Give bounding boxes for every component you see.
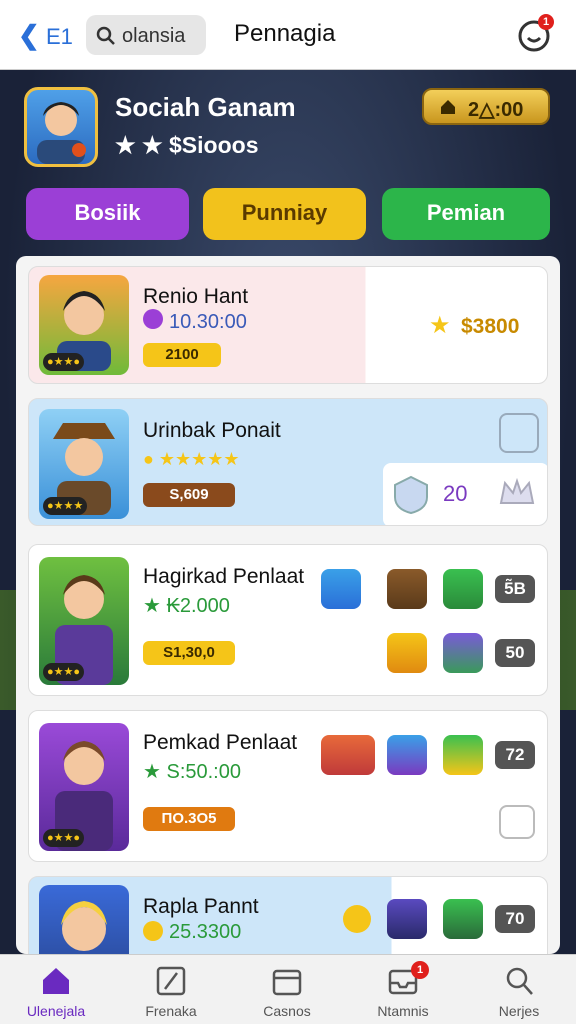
card-value: 10.30:00: [169, 311, 247, 333]
nav-item-casnos[interactable]: Casnos: [237, 955, 337, 1024]
notification-button[interactable]: 1: [516, 14, 554, 54]
search-field[interactable]: olansia: [86, 15, 206, 55]
coin-icon: [143, 921, 163, 941]
card-pill: S,609: [143, 483, 235, 507]
shield-icon: [394, 475, 428, 515]
nav-label: Ntamnis: [377, 1003, 429, 1019]
card-pill: ΠO.3O5: [143, 807, 235, 831]
player-avatar: ●★★★: [39, 409, 129, 519]
count-badge: 70: [495, 905, 535, 933]
nav-badge: 1: [411, 961, 429, 979]
tab-punniay[interactable]: Punniay: [203, 188, 366, 240]
list-item[interactable]: ●★★● Hagirkad Penlaat ★ ₭2.000 S1,30,0 5…: [28, 544, 548, 696]
back-chevron-icon[interactable]: ❮: [18, 20, 40, 50]
list-item[interactable]: ●★★★ Urinbak Ponait ● ★★★★★ S,609 20: [28, 398, 548, 526]
nav-label: Frenaka: [145, 1003, 197, 1019]
card-pill: 2100: [143, 343, 221, 367]
card-side-value: $3800: [461, 315, 520, 338]
count-badge: 50: [495, 639, 535, 667]
card-name: Urinbak Ponait: [143, 419, 281, 442]
crown-icon: [499, 477, 535, 504]
rating-stars: ●★★●: [43, 829, 85, 847]
list-item[interactable]: ●★★● Renio Hant 10.30:00 2100 ★ $3800: [28, 266, 548, 384]
item-icon: [443, 735, 483, 775]
nav-item-home[interactable]: Ulenejala: [6, 955, 106, 1024]
card-value: ★ S:50.:00: [143, 761, 241, 783]
tab-bosiik[interactable]: Bosiik: [26, 188, 189, 240]
coin-balance: 2△:00: [468, 99, 524, 121]
calendar-icon: [272, 969, 302, 996]
player-avatar: [39, 885, 129, 954]
player-portrait-icon: [37, 102, 86, 164]
coin-icon: [343, 905, 371, 933]
nav-item-ntamnis[interactable]: 1 Ntamnis: [353, 955, 453, 1024]
rating-stars: ●★★●: [43, 353, 85, 371]
player-avatar: ●★★●: [39, 557, 129, 685]
count-badge: 5̃B: [495, 575, 535, 603]
rating-stars-large: ● ★★★★★: [143, 449, 240, 469]
link-icon[interactable]: [499, 413, 539, 453]
search-icon: [96, 26, 115, 45]
nav-label: Casnos: [263, 1003, 311, 1019]
card-name: Hagirkad Penlaat: [143, 565, 305, 588]
top-bar: ❮ E1 olansia Pennagia 1: [0, 0, 576, 70]
bottom-nav: Ulenejala Frenaka Casnos 1 Ntamnis Nerje…: [0, 954, 576, 1024]
coin-balance-badge[interactable]: 2△:00: [422, 88, 550, 125]
avatar-group-icon: [321, 735, 375, 775]
nav-item-nerjes[interactable]: Nerjes: [469, 955, 569, 1024]
player-avatar: ●★★●: [39, 275, 129, 375]
profile-name: Sociah Ganam: [115, 92, 296, 122]
card-value: 25.3300: [169, 921, 242, 943]
avatar-icon: [387, 569, 427, 609]
nav-item-frenaka[interactable]: Frenaka: [121, 955, 221, 1024]
player-list: ●★★● Renio Hant 10.30:00 2100 ★ $3800 ●★…: [16, 256, 560, 954]
profile-avatar[interactable]: [24, 87, 98, 167]
list-item[interactable]: ●★★● Pemkad Penlaat ★ S:50.:00 ΠO.3O5 72: [28, 710, 548, 862]
rating-stars: ●★★●: [43, 663, 85, 681]
search-icon: [506, 967, 533, 995]
card-value: ★ ₭2.000: [143, 595, 230, 617]
home-coin-icon: [441, 100, 455, 114]
item-icon: [443, 633, 483, 673]
notification-badge: 1: [538, 14, 554, 30]
card-pill: S1,30,0: [143, 641, 235, 665]
nav-label: Ulenejala: [26, 1003, 86, 1019]
item-icon: [443, 569, 483, 609]
tab-pemian[interactable]: Pemian: [382, 188, 550, 240]
card-name: Rapla Pannt: [143, 895, 259, 918]
star-icon: ★: [429, 312, 451, 339]
count-badge: 72: [495, 741, 535, 769]
avatar-icon: [443, 899, 483, 939]
nav-label: Nerjes: [498, 1003, 540, 1019]
card-name: Pemkad Penlaat: [143, 731, 298, 754]
count-value: 20: [443, 481, 468, 506]
page-title: Pennagia: [234, 20, 336, 47]
back-label[interactable]: E1: [46, 24, 73, 50]
rating-stars: ●★★★: [43, 497, 88, 515]
player-avatar: ●★★●: [39, 723, 129, 851]
player-portrait-icon: [61, 901, 107, 951]
count-panel: 20: [383, 463, 547, 525]
gem-icon: [143, 309, 163, 329]
link-icon[interactable]: [499, 805, 535, 839]
card-name: Renio Hant: [143, 285, 249, 308]
list-item[interactable]: Rapla Pannt 25.3300 70: [28, 876, 548, 954]
profile-score: ★ ★ $Siooos: [115, 132, 259, 158]
item-icon: [321, 569, 361, 609]
search-text: olansia: [122, 25, 186, 47]
home-icon: [43, 968, 69, 994]
avatar-icon: [387, 899, 427, 939]
book-icon: [156, 966, 186, 996]
avatar-icon: [387, 735, 427, 775]
avatar-icon: [387, 633, 427, 673]
